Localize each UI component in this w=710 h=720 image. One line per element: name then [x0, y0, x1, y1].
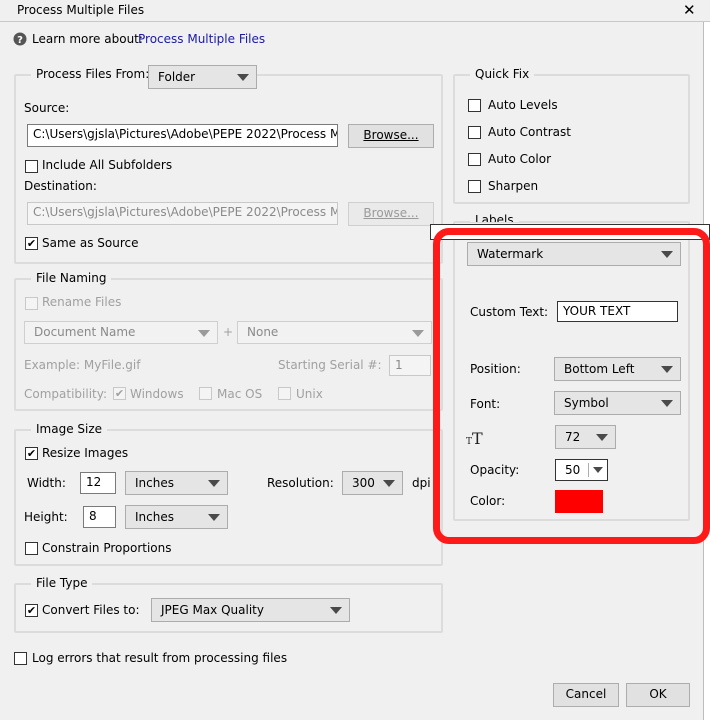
close-icon[interactable]: ✕ [683, 1, 696, 19]
chevron-down-icon [383, 480, 395, 487]
resolution-unit: dpi [412, 476, 431, 490]
width-unit-value: Inches [135, 476, 174, 490]
macos-label: Mac OS [217, 387, 263, 401]
destination-label: Destination: [24, 179, 97, 193]
process-from-value: Folder [158, 70, 196, 84]
height-label: Height: [24, 510, 68, 524]
auto-levels-checkbox[interactable] [468, 99, 481, 112]
name-option-value: Document Name [34, 325, 136, 339]
destination-input[interactable]: C:\Users\gjsla\Pictures\Adobe\PEPE 2022\… [27, 202, 338, 225]
rename-files-label: Rename Files [42, 295, 122, 309]
chevron-down-icon [208, 514, 220, 521]
log-errors-checkbox[interactable] [14, 652, 27, 665]
width-input[interactable]: 12 [80, 472, 116, 494]
example-text: Example: MyFile.gif [24, 358, 141, 372]
log-errors-label: Log errors that result from processing f… [32, 651, 288, 665]
svg-text:?: ? [17, 35, 23, 46]
resize-images-checkbox[interactable]: ✔ [25, 447, 38, 460]
process-from-dropdown[interactable]: Folder [148, 65, 257, 89]
serial-input[interactable]: 1 [389, 355, 431, 376]
include-subfolders-label: Include All Subfolders [42, 158, 173, 172]
source-input[interactable]: C:\Users\gjsla\Pictures\Adobe\PEPE 2022\… [27, 124, 338, 147]
resolution-label: Resolution: [267, 476, 334, 490]
name-option-dropdown[interactable]: Document Name [24, 321, 218, 344]
include-subfolders-checkbox[interactable] [25, 160, 38, 173]
unix-checkbox[interactable] [278, 387, 291, 400]
title-bar: Process Multiple Files ✕ [0, 0, 710, 22]
windows-label: Windows [130, 387, 184, 401]
auto-contrast-checkbox[interactable] [468, 126, 481, 139]
constrain-proportions-label: Constrain Proportions [42, 541, 172, 555]
height-input[interactable]: 8 [83, 506, 116, 528]
quick-fix-legend: Quick Fix [470, 67, 535, 81]
height-unit-dropdown[interactable]: Inches [125, 505, 228, 529]
plus-sign: + [223, 325, 234, 339]
destination-browse-button[interactable]: Browse... [348, 202, 434, 226]
windows-checkbox[interactable]: ✔ [113, 387, 126, 400]
window-title: Process Multiple Files [17, 3, 145, 17]
second-option-value: None [247, 325, 279, 339]
file-format-dropdown[interactable]: JPEG Max Quality [151, 598, 350, 622]
chevron-down-icon [330, 607, 342, 614]
unix-label: Unix [296, 387, 323, 401]
width-label: Width: [27, 476, 66, 490]
compatibility-label: Compatibility: [24, 387, 108, 401]
help-link[interactable]: Process Multiple Files [138, 32, 265, 46]
auto-contrast-label: Auto Contrast [488, 125, 571, 139]
same-as-source-label: Same as Source [42, 236, 139, 250]
height-unit-value: Inches [135, 510, 174, 524]
auto-levels-label: Auto Levels [488, 98, 558, 112]
macos-checkbox[interactable] [199, 387, 212, 400]
same-as-source-checkbox[interactable]: ✔ [25, 237, 38, 250]
resolution-value: 300 [352, 476, 375, 490]
cancel-button[interactable]: Cancel [553, 683, 619, 707]
source-label: Source: [24, 101, 70, 115]
rename-files-checkbox[interactable] [25, 297, 38, 310]
auto-color-label: Auto Color [488, 152, 552, 166]
process-files-legend: Process Files From: [31, 67, 155, 81]
file-type-legend: File Type [31, 576, 93, 590]
chevron-down-icon [208, 480, 220, 487]
auto-color-checkbox[interactable] [468, 153, 481, 166]
chevron-down-icon [412, 329, 424, 337]
convert-files-label: Convert Files to: [42, 603, 140, 617]
file-naming-legend: File Naming [31, 271, 112, 285]
sharpen-checkbox[interactable] [468, 180, 481, 193]
convert-files-checkbox[interactable]: ✔ [25, 604, 38, 617]
chevron-down-icon [198, 329, 210, 337]
second-option-dropdown[interactable]: None [237, 321, 432, 344]
image-size-legend: Image Size [31, 422, 108, 436]
highlight-annotation [433, 228, 710, 544]
sharpen-label: Sharpen [488, 179, 539, 193]
serial-label: Starting Serial #: [278, 358, 382, 372]
chevron-down-icon [237, 74, 249, 81]
file-format-value: JPEG Max Quality [161, 603, 264, 617]
width-unit-dropdown[interactable]: Inches [125, 471, 228, 495]
help-prefix: Learn more about: [32, 32, 143, 46]
source-browse-button[interactable]: Browse... [348, 124, 434, 148]
resize-images-label: Resize Images [42, 446, 129, 460]
ok-button[interactable]: OK [626, 683, 690, 707]
question-circle-icon: ? [13, 32, 27, 46]
labels-legend: Labels [470, 213, 519, 222]
constrain-proportions-checkbox[interactable] [25, 542, 38, 555]
resolution-dropdown[interactable]: 300 [342, 471, 403, 495]
